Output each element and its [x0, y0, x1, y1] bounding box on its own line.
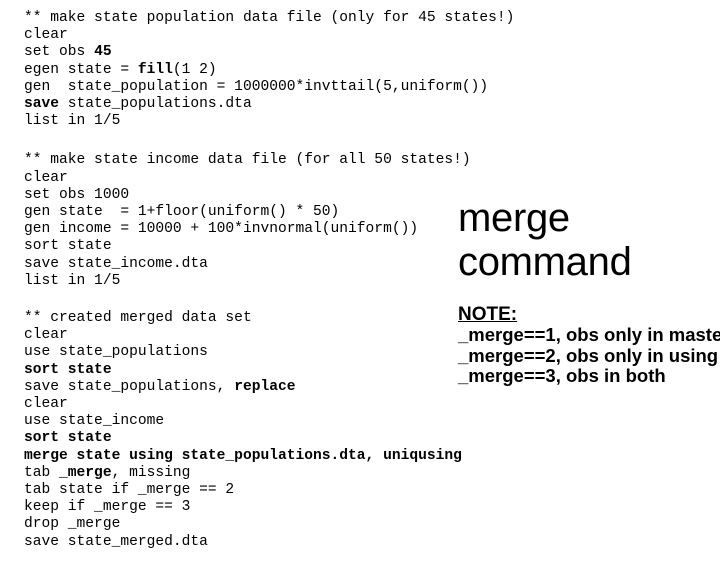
code-line: sort state: [24, 361, 112, 378]
code-line: clear: [24, 169, 68, 186]
code-line: clear: [24, 27, 68, 44]
code-line: clear: [24, 327, 68, 344]
code-line: gen state = 1+floor(uniform() * 50): [24, 204, 340, 221]
code-line: gen state_population = 1000000*invttail(…: [24, 78, 489, 95]
code-line: use state_income: [24, 413, 165, 430]
slide-title: merge command: [458, 196, 716, 284]
code-line: egen state = fill(1 2): [24, 61, 217, 78]
code-line: list in 1/5: [24, 113, 121, 130]
code-line: gen income = 10000 + 100*invnormal(unifo…: [24, 221, 419, 238]
code-block-merged: ** created merged data set clear use state…: [24, 310, 462, 551]
code-line: set obs 45: [24, 44, 112, 61]
code-line: clear: [24, 396, 68, 413]
note-heading-row: NOTE:: [458, 304, 720, 325]
code-line: save state_populations, replace: [24, 378, 296, 395]
code-line: ** make state income data file (for all …: [24, 152, 471, 169]
code-line: sort state: [24, 430, 112, 447]
code-line: set obs 1000: [24, 186, 130, 203]
code-line: save state_income.dta: [24, 255, 208, 272]
code-line: ** created merged data set: [24, 310, 252, 327]
code-listing-column: ** make state population data file (only…: [24, 10, 515, 565]
code-line: tab _merge, missing: [24, 464, 191, 481]
code-block-income: ** make state income data file (for all …: [24, 152, 471, 290]
code-line: keep if _merge == 3: [24, 499, 191, 516]
note-line-merge-3: _merge==3, obs in both: [458, 365, 666, 386]
code-line: list in 1/5: [24, 272, 121, 289]
note-block: NOTE: _merge==1, obs only in master _mer…: [458, 304, 720, 387]
code-line: save state_merged.dta: [24, 533, 208, 550]
code-block-population: ** make state population data file (only…: [24, 10, 515, 130]
code-line: drop _merge: [24, 516, 121, 533]
code-line: save state_populations.dta: [24, 96, 252, 113]
note-line-merge-2: _merge==2, obs only in using: [458, 344, 719, 366]
code-line: merge state using state_populations.dta,…: [24, 447, 462, 464]
code-line: use state_populations: [24, 344, 208, 361]
code-line: ** make state population data file (only…: [24, 10, 515, 26]
code-line: tab state if _merge == 2: [24, 482, 235, 499]
note-line-merge-1: _merge==1, obs only in master: [458, 324, 720, 345]
slide-title-text: merge command: [458, 196, 632, 284]
code-line: sort state: [24, 238, 112, 255]
note-heading: NOTE:: [458, 304, 518, 325]
